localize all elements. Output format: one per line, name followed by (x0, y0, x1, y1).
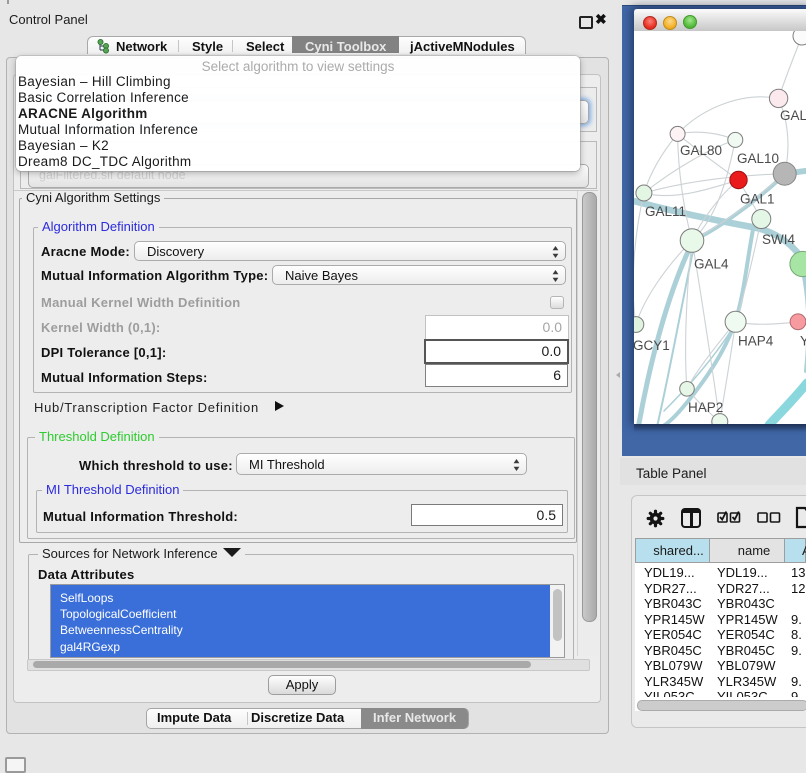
svg-text:GAL1: GAL1 (740, 192, 775, 207)
svg-text:GCY1: GCY1 (634, 338, 670, 353)
svg-text:HAP4: HAP4 (738, 334, 774, 349)
svg-text:GAL80: GAL80 (680, 143, 722, 158)
svg-text:GAL11: GAL11 (645, 204, 686, 219)
svg-text:Y: Y (800, 334, 806, 349)
svg-text:GAL10: GAL10 (737, 151, 779, 166)
svg-text:HAP2: HAP2 (688, 400, 723, 415)
svg-text:GAL2: GAL2 (780, 108, 806, 123)
svg-text:SWI4: SWI4 (762, 232, 795, 247)
svg-text:GAL4: GAL4 (694, 257, 729, 272)
